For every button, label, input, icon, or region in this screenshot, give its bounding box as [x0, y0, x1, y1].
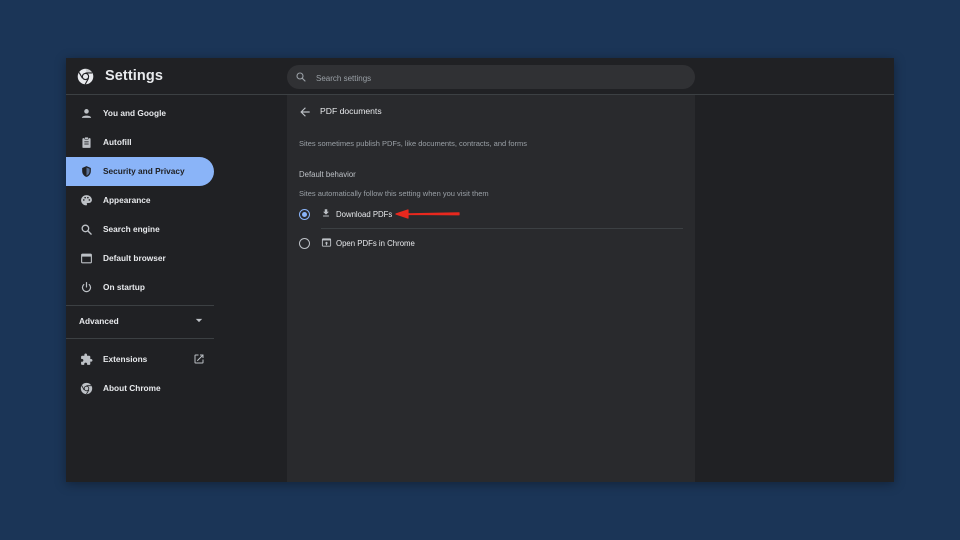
shield-icon	[82, 166, 91, 177]
download-icon	[323, 209, 329, 217]
search-icon	[81, 224, 92, 235]
app-title: Settings	[105, 68, 163, 84]
open-in-browser-icon	[321, 238, 332, 247]
search-icon	[296, 72, 306, 82]
option-open-pdfs-in-chrome[interactable]: Open PDFs in Chrome	[295, 230, 685, 256]
puzzle-icon	[81, 353, 93, 365]
section-heading: Default behavior	[299, 170, 356, 179]
chrome-icon	[77, 68, 94, 85]
sidebar-item-label: Search engine	[103, 224, 160, 234]
palette-icon	[81, 195, 92, 206]
option-divider	[321, 228, 683, 229]
sidebar-item-label: Default browser	[103, 253, 166, 263]
option-label: Open PDFs in Chrome	[336, 239, 415, 248]
page-description: Sites sometimes publish PDFs, like docum…	[299, 139, 528, 148]
advanced-label: Advanced	[79, 316, 119, 326]
sidebar-item-label: Appearance	[103, 195, 151, 205]
sidebar-item-appearance[interactable]: Appearance	[66, 186, 214, 215]
sidebar-item-label: You and Google	[103, 108, 166, 118]
sidebar-item-label: Extensions	[103, 354, 148, 364]
sidebar: You and Google Autofill Security and Pri…	[66, 95, 287, 482]
open-in-new-icon[interactable]	[193, 353, 205, 365]
top-bar: Settings	[66, 58, 894, 95]
sidebar-item-you-and-google[interactable]: You and Google	[66, 99, 214, 128]
sidebar-item-label: About Chrome	[103, 383, 161, 393]
chrome-icon	[80, 382, 93, 395]
sidebar-item-autofill[interactable]: Autofill	[66, 128, 214, 157]
power-icon	[81, 282, 92, 293]
page-title: PDF documents	[320, 106, 382, 116]
radio-open-pdfs-in-chrome[interactable]	[299, 238, 310, 249]
option-label: Download PDFs	[336, 210, 393, 219]
sidebar-item-label: On startup	[103, 282, 145, 292]
sidebar-divider	[66, 305, 214, 306]
sidebar-item-security-and-privacy[interactable]: Security and Privacy	[66, 157, 214, 186]
sidebar-item-label: Security and Privacy	[103, 166, 185, 176]
settings-window: Settings You and Google Autofill	[66, 58, 894, 482]
search-box[interactable]	[287, 65, 695, 91]
sidebar-item-search-engine[interactable]: Search engine	[66, 215, 214, 244]
sidebar-item-label: Autofill	[103, 137, 132, 147]
radio-download-pdfs[interactable]	[299, 209, 310, 220]
back-arrow-icon[interactable]	[298, 105, 312, 119]
browser-icon	[81, 253, 92, 264]
advanced-toggle[interactable]: Advanced	[66, 307, 214, 333]
clipboard-icon	[82, 136, 91, 148]
sidebar-item-extensions[interactable]: Extensions	[66, 345, 214, 374]
person-icon	[81, 109, 92, 118]
pdf-documents-panel: PDF documents Sites sometimes publish PD…	[287, 95, 695, 482]
section-subtitle: Sites automatically follow this setting …	[299, 189, 489, 198]
sidebar-divider	[66, 338, 214, 339]
sidebar-item-about-chrome[interactable]: About Chrome	[66, 374, 214, 403]
sidebar-item-default-browser[interactable]: Default browser	[66, 244, 214, 273]
sidebar-item-on-startup[interactable]: On startup	[66, 273, 214, 302]
search-input[interactable]	[314, 65, 688, 91]
option-download-pdfs[interactable]: Download PDFs	[295, 201, 685, 227]
chevron-down-icon	[195, 318, 203, 323]
